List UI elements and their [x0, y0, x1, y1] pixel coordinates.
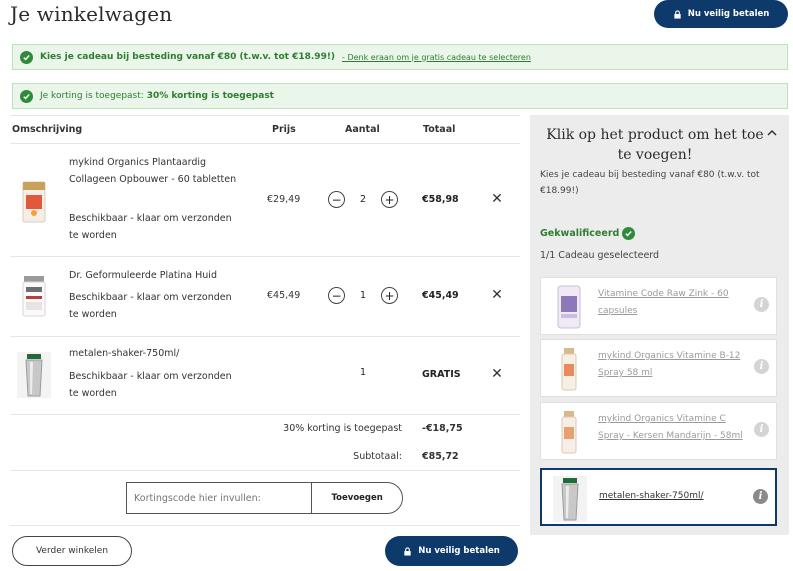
remove-item-icon[interactable]: ✕	[490, 191, 504, 207]
increase-quantity-button[interactable]: +	[380, 191, 398, 208]
info-icon[interactable]: i	[754, 422, 769, 437]
check-icon	[20, 50, 33, 64]
product-name[interactable]: Dr. Geformuleerde Platina Huid	[69, 267, 239, 284]
info-icon[interactable]: i	[754, 359, 769, 374]
discount-banner-text: Je korting is toegepast: 30% korting is …	[40, 91, 274, 101]
gift-panel-subtitle: Kies je cadeau bij besteding vanaf €80 (…	[540, 170, 760, 196]
continue-shopping-button[interactable]: Verder winkelen	[12, 536, 132, 566]
shaker-icon	[548, 474, 592, 524]
quantity-value[interactable]: 1	[360, 290, 366, 301]
gift-banner-text: Kies je cadeau bij besteding vanaf €80 (…	[40, 52, 336, 62]
quantity-stepper: − 1 +	[328, 287, 398, 304]
header-price: Prijs	[272, 124, 296, 135]
gift-card[interactable]: Vitamine Code Raw Zink - 60 capsules i	[540, 277, 777, 335]
product-price: €45,49	[267, 290, 301, 301]
pay-securely-button[interactable]: Nu veilig betalen	[385, 536, 518, 566]
product-total: €58,98	[422, 194, 459, 205]
subtotal-label: Subtotaal:	[353, 451, 402, 462]
discount-prefix: Je korting is toegepast:	[40, 91, 144, 101]
gift-card-selected[interactable]: metalen-shaker-750ml/ i	[540, 468, 777, 526]
gift-banner-link[interactable]: - Denk eraan om je gratis cadeau te sele…	[342, 53, 531, 62]
header-quantity: Aantal	[345, 124, 380, 135]
remove-item-icon[interactable]: ✕	[490, 366, 504, 382]
table-row: mykind Organics Plantaardig Collageen Op…	[10, 143, 520, 256]
platinum-bottle-icon[interactable]	[12, 271, 56, 321]
chevron-up-icon[interactable]	[766, 127, 778, 139]
table-row: metalen-shaker-750ml/ Beschikbaar - klaa…	[10, 336, 520, 414]
quantity-stepper: 1	[328, 367, 398, 378]
pay-securely-label: Nu veilig betalen	[687, 9, 770, 19]
gift-name[interactable]: Vitamine Code Raw Zink - 60 capsules	[598, 286, 750, 320]
discount-value: -€18,75	[422, 423, 463, 434]
gift-name[interactable]: metalen-shaker-750ml/	[599, 488, 751, 505]
subtotal-value: €85,72	[422, 451, 459, 462]
gift-banner: Kies je cadeau bij besteding vanaf €80 (…	[12, 44, 788, 70]
product-total: €45,49	[422, 290, 459, 301]
quantity-stepper: − 2 +	[328, 191, 398, 208]
apply-coupon-button[interactable]: Toevoegen	[311, 482, 403, 514]
discount-banner: Je korting is toegepast: 30% korting is …	[12, 83, 788, 109]
zinc-bottle-icon	[547, 282, 591, 332]
qualified-status: Gekwalificeerd	[540, 227, 636, 240]
product-total: GRATIS	[422, 369, 461, 380]
discount-label: 30% korting is toegepast	[283, 423, 402, 434]
product-status: Beschikbaar - klaar om verzonden te word…	[69, 213, 232, 241]
b12-spray-icon	[547, 344, 591, 394]
product-price: €29,49	[267, 194, 301, 205]
product-status: Beschikbaar - klaar om verzonden te word…	[69, 292, 232, 320]
increase-quantity-button[interactable]: +	[380, 287, 398, 304]
pay-securely-button[interactable]: Nu veilig betalen	[654, 0, 788, 28]
quantity-value[interactable]: 2	[360, 194, 366, 205]
lock-icon	[673, 9, 682, 19]
gift-panel-title: Klik op het product om het toe te voegen…	[546, 127, 764, 163]
divider	[10, 470, 520, 471]
product-status: Beschikbaar - klaar om verzonden te word…	[69, 371, 232, 399]
gift-panel: Klik op het product om het toe te voegen…	[530, 115, 789, 535]
divider	[10, 414, 520, 415]
divider	[10, 115, 520, 116]
table-row: Dr. Geformuleerde Platina Huid Beschikba…	[10, 256, 520, 336]
qualified-label: Gekwalificeerd	[540, 228, 620, 239]
coupon-form: Toevoegen	[126, 482, 403, 514]
lock-icon	[403, 546, 412, 556]
gift-name[interactable]: mykind Organics Vitamine B-12 Spray 58 m…	[598, 348, 750, 382]
info-icon[interactable]: i	[754, 297, 769, 312]
gift-card[interactable]: mykind Organics Vitamine B-12 Spray 58 m…	[540, 339, 777, 397]
shaker-icon[interactable]	[12, 350, 56, 400]
pay-securely-label: Nu veilig betalen	[418, 546, 500, 556]
divider	[10, 525, 520, 526]
decrease-quantity-button[interactable]: −	[328, 287, 345, 304]
remove-item-icon[interactable]: ✕	[490, 287, 504, 303]
vitamin-c-spray-icon	[547, 407, 591, 457]
info-icon[interactable]: i	[753, 489, 768, 504]
product-name[interactable]: metalen-shaker-750ml/	[69, 345, 239, 362]
gift-name[interactable]: mykind Organics Vitamine C Spray - Kerse…	[598, 411, 750, 445]
product-name[interactable]: mykind Organics Plantaardig Collageen Op…	[69, 154, 239, 188]
quantity-value: 1	[359, 367, 367, 378]
check-icon	[622, 227, 636, 240]
check-icon	[20, 89, 33, 103]
gift-selection-count: 1/1 Cadeau geselecteerd	[540, 250, 660, 261]
decrease-quantity-button[interactable]: −	[328, 191, 345, 208]
page-title: Je winkelwagen	[10, 2, 173, 26]
discount-text: 30% korting is toegepast	[146, 91, 274, 101]
header-description: Omschrijving	[12, 124, 83, 135]
gift-card[interactable]: mykind Organics Vitamine C Spray - Kerse…	[540, 402, 777, 460]
collagen-bottle-icon[interactable]	[12, 176, 56, 226]
coupon-input[interactable]	[126, 482, 312, 514]
header-total: Totaal	[423, 124, 456, 135]
